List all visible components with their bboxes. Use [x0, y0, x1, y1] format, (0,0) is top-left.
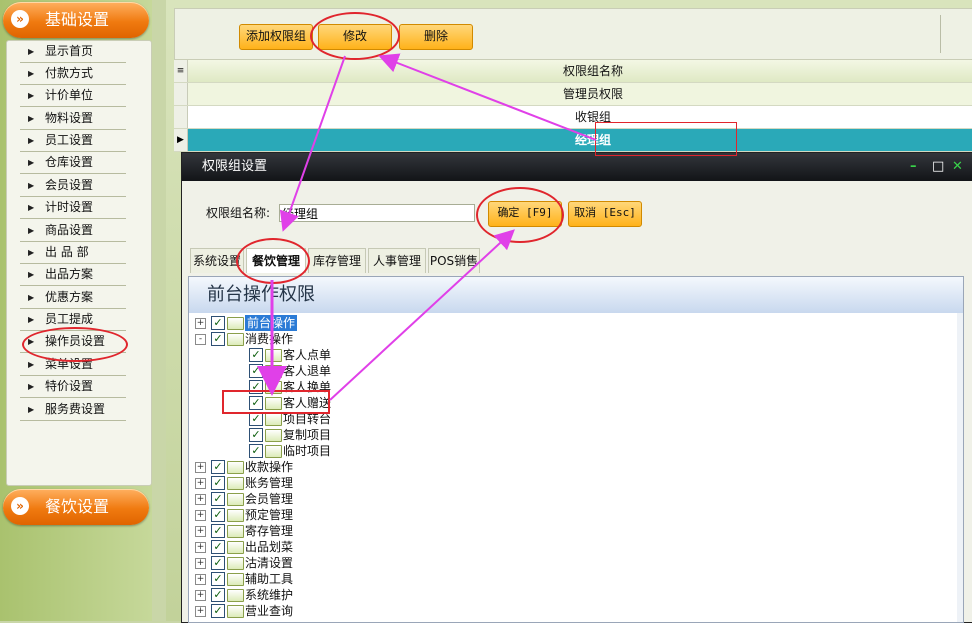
- arrow-edit-to-name-field: [279, 55, 346, 232]
- arrow-gift-to-confirm: [329, 229, 515, 401]
- annotation-arrows: [257, 53, 597, 401]
- arrow-row-to-edit: [378, 53, 597, 141]
